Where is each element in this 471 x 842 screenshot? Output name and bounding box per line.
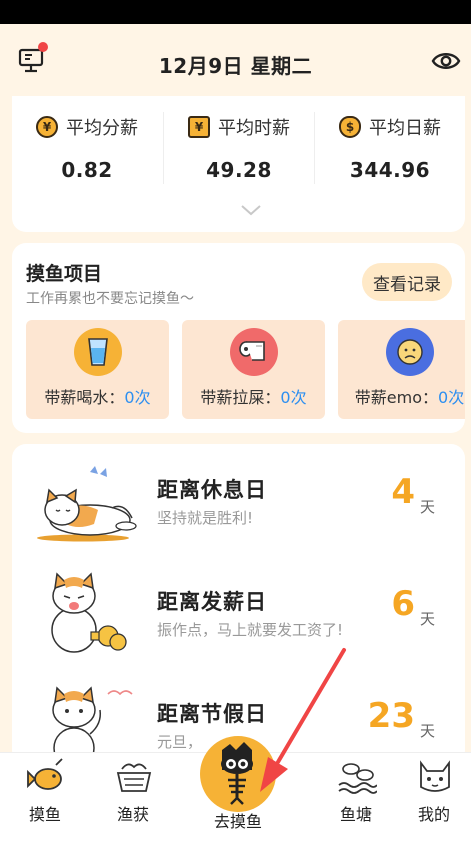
countdown-subtitle: 振作点，马上就要发工资了! <box>157 621 344 639</box>
countdown-title: 距离发薪日 <box>157 590 267 614</box>
fish-pond-icon <box>338 763 377 794</box>
fish-item-emo[interactable]: 带薪emo：0次 <box>338 320 465 419</box>
countdown-unit: 天 <box>420 722 436 740</box>
tab-mine[interactable]: 我的 <box>389 753 471 842</box>
water-glass-icon <box>74 328 122 376</box>
tab-label: 摸鱼 <box>28 805 61 824</box>
salary-value: 344.96 <box>349 158 431 182</box>
tab-label: 鱼塘 <box>339 805 372 824</box>
countdown-rest-day[interactable]: 距离休息日 坚持就是胜利! 4 天 <box>12 444 465 554</box>
salary-day: $ 平均日薪 344.96 <box>315 114 465 182</box>
fish-basket-icon <box>116 763 152 792</box>
countdown-unit: 天 <box>420 498 436 516</box>
tab-fishing[interactable]: 摸鱼 <box>0 753 90 842</box>
fish-item-toilet[interactable]: 带薪拉屎：0次 <box>182 320 325 419</box>
item-label: 带薪emo： <box>354 388 439 407</box>
countdown-subtitle: 坚持就是胜利! <box>157 509 254 527</box>
countdown-number: 23 <box>367 696 415 736</box>
waving-cat-icon <box>52 686 133 764</box>
wallet-icon: ¥ <box>188 116 210 138</box>
fish-icon <box>27 758 63 790</box>
salary-value: 0.82 <box>61 158 113 182</box>
lying-cat-icon <box>37 466 137 542</box>
crying-cat-icon <box>51 572 127 653</box>
fish-bone-cat-icon <box>221 742 253 805</box>
fish-project-card: 摸鱼项目 工作再累也不要忘记摸鱼～ 查看记录 带薪喝水：0次 带薪拉屎：0次 带… <box>12 243 465 433</box>
go-fishing-button[interactable] <box>200 736 276 812</box>
yen-coin-icon: ¥ <box>36 116 58 138</box>
tab-label: 我的 <box>417 805 450 824</box>
salary-label: 平均日薪 <box>369 118 441 139</box>
countdown-card: 距离休息日 坚持就是胜利! 4 天 距离发薪日 振作点，马上就要发工资了! 6 … <box>12 444 465 764</box>
tab-fish-pond[interactable]: 鱼塘 <box>311 753 401 842</box>
chevron-down-icon[interactable] <box>240 204 262 216</box>
toilet-paper-icon <box>230 328 278 376</box>
fish-item-water[interactable]: 带薪喝水：0次 <box>26 320 169 419</box>
salary-label: 平均时薪 <box>218 118 290 139</box>
cat-face-icon <box>420 760 450 792</box>
date-title: 12月9日 星期二 <box>158 54 313 78</box>
item-label: 带薪喝水： <box>44 388 125 407</box>
item-count: 0次 <box>124 388 151 407</box>
countdown-title: 距离节假日 <box>157 702 267 726</box>
salary-hour: ¥ 平均时薪 49.28 <box>164 114 314 182</box>
countdown-payday[interactable]: 距离发薪日 振作点，马上就要发工资了! 6 天 <box>12 556 465 666</box>
tab-label: 去摸鱼 <box>213 812 262 831</box>
countdown-number: 6 <box>391 584 415 624</box>
salary-label: 平均分薪 <box>66 118 138 139</box>
header: 12月9日 星期二 <box>0 24 471 98</box>
eye-icon[interactable] <box>431 49 461 73</box>
countdown-unit: 天 <box>420 610 436 628</box>
item-label: 带薪拉屎： <box>200 388 281 407</box>
tab-catch[interactable]: 渔获 <box>88 753 178 842</box>
salary-card: ¥ 平均分薪 0.82 ¥ 平均时薪 49.28 $ 平均日薪 344.96 <box>12 96 465 232</box>
item-count: 0次 <box>280 388 307 407</box>
section-subtitle: 工作再累也不要忘记摸鱼～ <box>26 291 194 307</box>
countdown-subtitle: 元旦， <box>157 733 203 751</box>
item-count: 0次 <box>438 388 465 407</box>
salary-value: 49.28 <box>206 158 272 182</box>
view-records-button[interactable]: 查看记录 <box>362 263 452 301</box>
status-bar <box>0 0 471 24</box>
countdown-number: 4 <box>391 472 415 512</box>
tab-label: 渔获 <box>116 805 149 824</box>
countdown-title: 距离休息日 <box>157 478 267 502</box>
money-bag-icon: $ <box>339 116 361 138</box>
section-title: 摸鱼项目 <box>26 263 103 285</box>
sad-face-icon <box>386 328 434 376</box>
salary-minute: ¥ 平均分薪 0.82 <box>12 114 162 182</box>
